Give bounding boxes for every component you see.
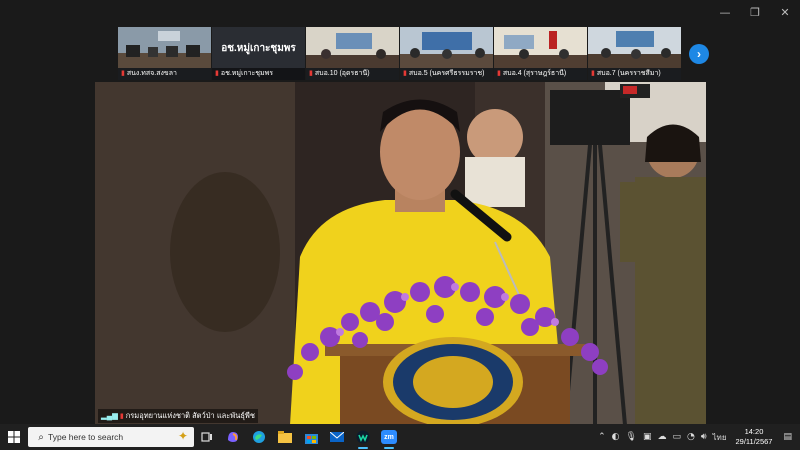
video-feed bbox=[306, 27, 399, 68]
video-feed bbox=[588, 27, 681, 68]
file-explorer-icon[interactable] bbox=[272, 424, 298, 450]
microphone-icon[interactable]: 🎙︎ bbox=[626, 432, 637, 442]
window-controls: — ❐ ✕ bbox=[710, 0, 800, 24]
clock-time: 14:20 bbox=[744, 427, 764, 436]
muted-mic-icon: ▮ bbox=[309, 70, 313, 77]
participant-tile[interactable]: ▮ สบอ.4 (สุราษฎร์ธานี) bbox=[494, 27, 587, 80]
main-video[interactable]: ▂▄▆ ▮ กรมอุทยานแห่งชาติ สัตว์ป่า และพันธุ์… bbox=[95, 82, 706, 425]
minimize-icon[interactable]: — bbox=[710, 0, 740, 24]
onedrive-icon[interactable]: ☁ bbox=[657, 432, 666, 442]
participant-display-name: อช.หมู่เกาะชุมพร bbox=[221, 43, 296, 54]
start-button[interactable] bbox=[0, 424, 28, 450]
language-indicator[interactable]: ไทย bbox=[713, 431, 727, 444]
webex-icon[interactable] bbox=[350, 424, 376, 450]
taskbar: ⌕ Type here to search ✦ zm ⌃ ◐ 🎙︎ ▣ ☁ ▭ … bbox=[0, 424, 800, 450]
chevron-up-icon[interactable]: ⌃ bbox=[598, 432, 606, 442]
camera-icon[interactable]: ▣ bbox=[643, 432, 652, 442]
participant-tile[interactable]: ▮ สบอ.7 (นครราชสีมา) bbox=[588, 27, 681, 80]
speaker-video-feed bbox=[95, 82, 706, 425]
muted-mic-icon: ▮ bbox=[119, 413, 124, 420]
mail-icon[interactable] bbox=[324, 424, 350, 450]
video-feed bbox=[494, 27, 587, 68]
signal-bars-icon: ▂▄▆ bbox=[101, 411, 118, 420]
participant-name: ▮ สบอ.7 (นครราชสีมา) bbox=[588, 68, 681, 80]
muted-mic-icon: ▮ bbox=[497, 70, 501, 77]
participant-name: ▮ สบอ.10 (อุดรธานี) bbox=[306, 68, 399, 80]
participant-tile[interactable]: ▮ สบอ.5 (นครศรีธรรมราช) bbox=[400, 27, 493, 80]
zoom-icon-badge: zm bbox=[381, 430, 397, 444]
windows-logo-icon bbox=[8, 431, 20, 443]
taskbar-search-box[interactable]: ⌕ Type here to search ✦ bbox=[28, 427, 194, 447]
network-icon[interactable]: ◔ bbox=[687, 432, 695, 442]
participant-tile[interactable]: ▮ สบอ.10 (อุดรธานี) bbox=[306, 27, 399, 80]
search-icon: ⌕ bbox=[38, 431, 44, 443]
next-page-button[interactable]: › bbox=[689, 44, 709, 64]
task-view-icon[interactable] bbox=[194, 424, 220, 450]
store-icon[interactable] bbox=[298, 424, 324, 450]
participant-name: ▮ อช.หมู่เกาะชุมพร bbox=[212, 68, 305, 80]
video-feed bbox=[400, 27, 493, 68]
volume-icon[interactable]: 🔊︎ bbox=[701, 432, 707, 442]
speaker-name-label: ▂▄▆ ▮ กรมอุทยานแห่งชาติ สัตว์ป่า และพันธุ์… bbox=[98, 409, 258, 423]
muted-mic-icon: ▮ bbox=[403, 70, 407, 77]
muted-mic-icon: ▮ bbox=[591, 70, 595, 77]
search-placeholder: Type here to search bbox=[48, 432, 124, 442]
restore-icon[interactable]: ❐ bbox=[740, 0, 770, 24]
participant-gallery: ▮ สนง.ทสจ.สงขลา อช.หมู่เกาะชุมพร ▮ อช.หมู่… bbox=[118, 27, 684, 80]
copilot-icon[interactable] bbox=[220, 424, 246, 450]
participant-tile[interactable]: ▮ สนง.ทสจ.สงขลา bbox=[118, 27, 211, 80]
participant-name: ▮ สบอ.5 (นครศรีธรรมราช) bbox=[400, 68, 493, 80]
notification-icon[interactable]: ▤ bbox=[783, 432, 792, 442]
close-icon[interactable]: ✕ bbox=[770, 0, 800, 24]
participant-name: ▮ สบอ.4 (สุราษฎร์ธานี) bbox=[494, 68, 587, 80]
participant-name: ▮ สนง.ทสจ.สงขลา bbox=[118, 68, 211, 80]
zoom-icon[interactable]: zm bbox=[376, 424, 402, 450]
video-feed bbox=[118, 27, 211, 68]
security-icon[interactable]: ◐ bbox=[612, 432, 620, 442]
clock-date: 29/11/2567 bbox=[735, 437, 773, 446]
edge-icon[interactable] bbox=[246, 424, 272, 450]
clock[interactable]: 14:20 29/11/2567 bbox=[736, 427, 773, 447]
muted-mic-icon: ▮ bbox=[215, 70, 219, 77]
participant-tile[interactable]: อช.หมู่เกาะชุมพร ▮ อช.หมู่เกาะชุมพร bbox=[212, 27, 305, 80]
muted-mic-icon: ▮ bbox=[121, 70, 125, 77]
system-tray: ⌃ ◐ 🎙︎ ▣ ☁ ▭ ◔ 🔊︎ ไทย 14:20 29/11/2567 ▤ bbox=[595, 424, 800, 450]
search-highlight-icon: ✦ bbox=[177, 429, 188, 443]
battery-icon[interactable]: ▭ bbox=[672, 432, 681, 442]
